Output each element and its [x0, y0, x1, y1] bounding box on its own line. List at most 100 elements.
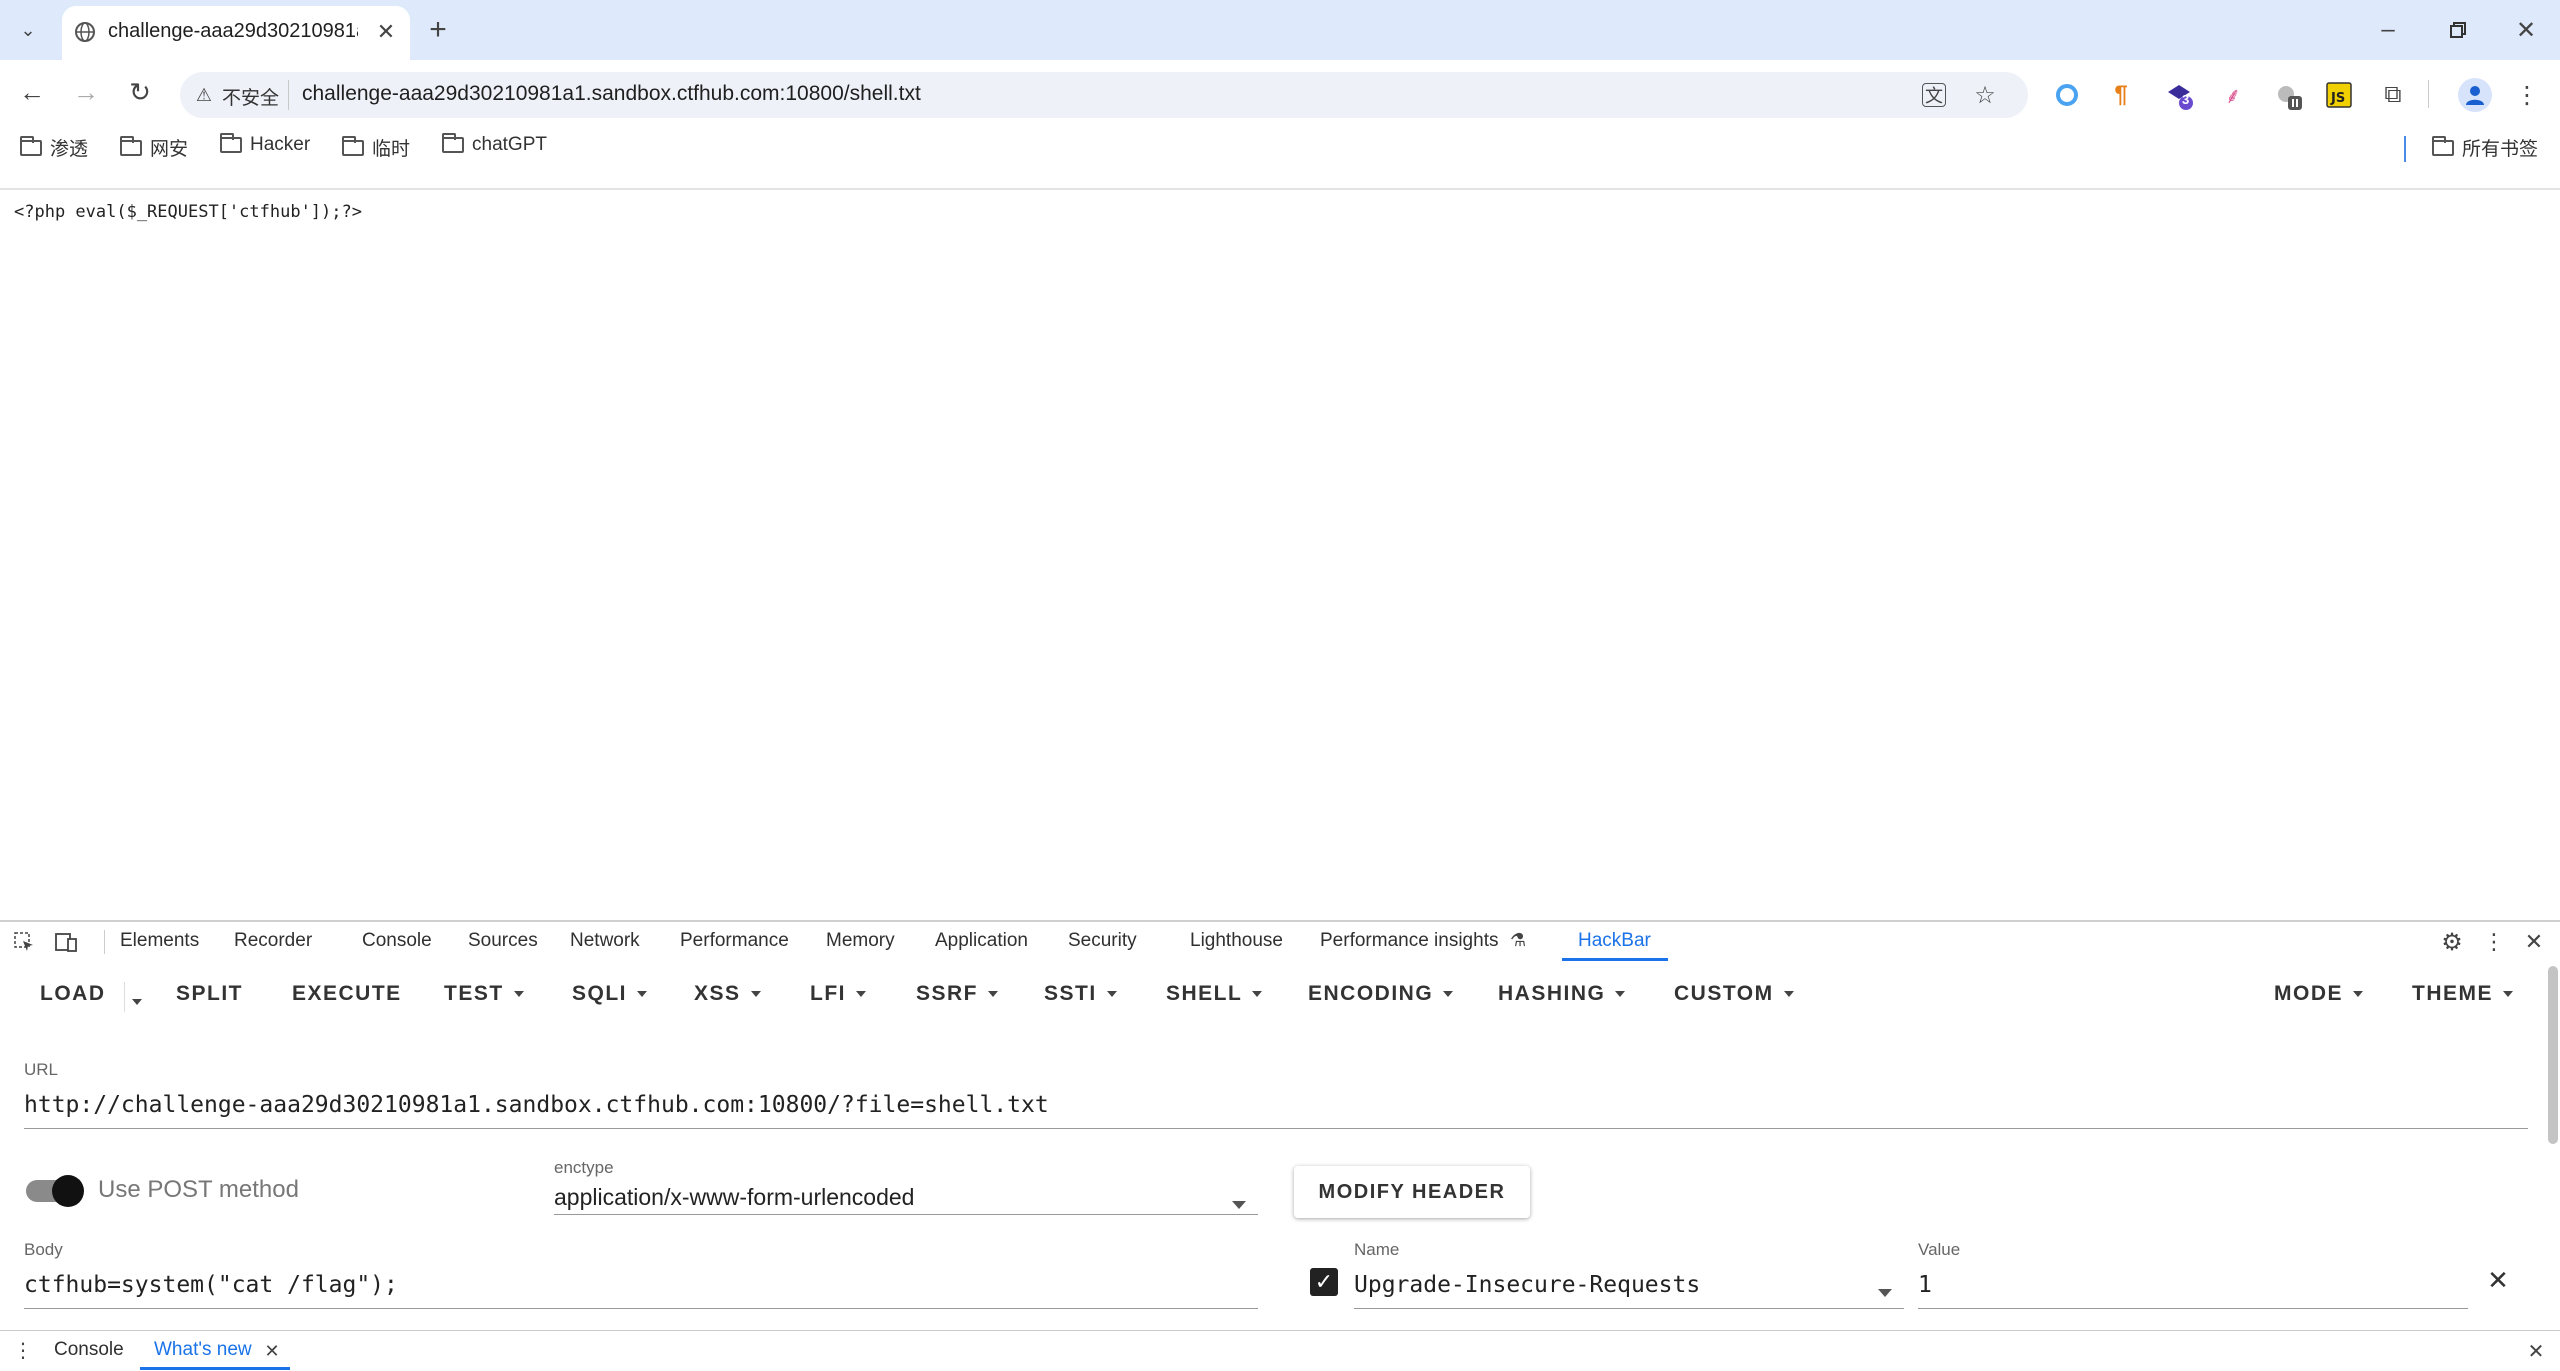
new-tab-icon[interactable]: +	[420, 12, 456, 48]
ssti-menu-button[interactable]: SSTI	[1044, 982, 1117, 1006]
ssrf-menu-button[interactable]: SSRF	[916, 982, 999, 1006]
inspect-element-icon[interactable]	[10, 928, 38, 956]
device-toolbar-icon[interactable]	[52, 928, 80, 956]
star-icon[interactable]: ☆	[1970, 80, 2000, 110]
remove-header-icon[interactable]: ✕	[2482, 1264, 2514, 1296]
split-button[interactable]: SPLIT	[176, 982, 243, 1006]
close-window-icon[interactable]: ✕	[2508, 12, 2544, 48]
close-devtools-icon[interactable]: ✕	[2520, 928, 2548, 956]
enctype-dropdown-icon[interactable]	[1232, 1196, 1246, 1214]
load-dropdown-caret-icon[interactable]	[132, 992, 142, 1010]
tab-application[interactable]: Application	[935, 930, 1028, 952]
chrome-menu-icon[interactable]: ⋮	[2512, 80, 2542, 110]
tab-security[interactable]: Security	[1068, 930, 1137, 952]
bookmark-folder-0[interactable]: 渗透	[20, 134, 88, 161]
header-name-input[interactable]: Upgrade-Insecure-Requests	[1354, 1272, 1700, 1298]
restore-icon[interactable]	[2440, 12, 2476, 48]
header-name-dropdown-icon[interactable]	[1878, 1284, 1892, 1302]
close-tab-icon[interactable]: ✕	[372, 18, 400, 46]
address-bar[interactable]: ⚠ 不安全 challenge-aaa29d30210981a1.sandbox…	[180, 72, 2028, 118]
paused-extension-icon[interactable]	[2272, 80, 2306, 114]
close-whats-new-icon[interactable]: ✕	[260, 1339, 284, 1363]
caret-down-icon	[2503, 991, 2513, 997]
sqli-menu-button[interactable]: SQLI	[572, 982, 648, 1006]
not-secure-label[interactable]: 不安全	[222, 83, 279, 110]
drawer-tab-console[interactable]: Console	[54, 1339, 124, 1361]
flask-icon: ⚗	[1510, 930, 1527, 950]
devtools-drawer-tabbar: ⋮ Console What's new ✕ ✕	[0, 1330, 2560, 1371]
url-underline	[24, 1128, 2528, 1129]
caret-down-icon	[2353, 991, 2363, 997]
tab-hackbar[interactable]: HackBar	[1578, 930, 1651, 952]
url-text[interactable]: challenge-aaa29d30210981a1.sandbox.ctfhu…	[302, 82, 921, 106]
js-extension-icon[interactable]: JS	[2324, 80, 2354, 110]
reload-icon[interactable]: ↻	[122, 74, 158, 110]
feather-extension-icon[interactable]: ⸙	[2218, 80, 2248, 110]
folder-icon	[442, 133, 464, 153]
divider	[2428, 80, 2429, 108]
forward-icon[interactable]: →	[68, 74, 104, 110]
caret-down-icon	[513, 991, 524, 997]
hackbar-url-input[interactable]: http://challenge-aaa29d30210981a1.sandbo…	[24, 1092, 1049, 1118]
tab-network[interactable]: Network	[570, 930, 640, 952]
divider	[104, 930, 105, 954]
tab-search-chevron-icon[interactable]: ⌄	[12, 14, 44, 46]
folder-icon	[120, 135, 142, 156]
drawer-menu-icon[interactable]: ⋮	[10, 1337, 36, 1363]
shell-menu-button[interactable]: SHELL	[1166, 982, 1263, 1006]
drawer-tab-whats-new[interactable]: What's new	[154, 1339, 252, 1361]
caret-down-icon	[750, 991, 761, 997]
test-menu-button[interactable]: TEST	[444, 982, 524, 1006]
browser-tab[interactable]: challenge-aaa29d30210981a ✕	[62, 6, 410, 60]
load-button[interactable]: LOAD	[40, 982, 106, 1006]
mode-menu-button[interactable]: MODE	[2274, 982, 2363, 1006]
divider	[288, 80, 289, 110]
hackbar-scrollbar[interactable]	[2548, 966, 2558, 1144]
settings-gear-icon[interactable]: ⚙	[2438, 928, 2466, 956]
caret-down-icon	[1783, 991, 1794, 997]
close-drawer-icon[interactable]: ✕	[2522, 1337, 2550, 1365]
tab-recorder[interactable]: Recorder	[234, 930, 312, 952]
body-input[interactable]: ctfhub=system("cat /flag");	[24, 1272, 398, 1298]
extension-circle-icon[interactable]	[2052, 80, 2082, 110]
bookmark-folder-1[interactable]: 网安	[120, 134, 188, 161]
header-enabled-checkbox[interactable]: ✓	[1310, 1268, 1338, 1296]
tab-performance-insights[interactable]: Performance insights	[1320, 930, 1498, 952]
use-post-toggle[interactable]	[26, 1175, 84, 1207]
xss-menu-button[interactable]: XSS	[694, 982, 761, 1006]
bookmark-folder-2[interactable]: Hacker	[220, 133, 310, 156]
back-icon[interactable]: ←	[14, 74, 50, 110]
tab-elements[interactable]: Elements	[120, 930, 199, 952]
divider	[124, 982, 125, 1012]
lfi-menu-button[interactable]: LFI	[810, 982, 866, 1006]
custom-menu-button[interactable]: CUSTOM	[1674, 982, 1794, 1006]
pilcrow-extension-icon[interactable]: ¶	[2106, 80, 2136, 110]
minimize-icon[interactable]: –	[2370, 12, 2406, 48]
tab-console[interactable]: Console	[362, 930, 432, 952]
bookmark-folder-3[interactable]: 临时	[342, 134, 410, 161]
caret-down-icon	[988, 991, 999, 997]
devtools-tabbar: Elements Recorder Console Sources Networ…	[0, 920, 2560, 963]
tab-sources[interactable]: Sources	[468, 930, 538, 952]
bookmark-folder-4[interactable]: chatGPT	[442, 133, 547, 156]
tab-memory[interactable]: Memory	[826, 930, 895, 952]
extension-badge-icon[interactable]: 3	[2162, 78, 2196, 112]
caret-down-icon	[1615, 991, 1626, 997]
execute-button[interactable]: EXECUTE	[292, 982, 402, 1006]
theme-menu-button[interactable]: THEME	[2412, 982, 2513, 1006]
warning-icon[interactable]: ⚠	[192, 83, 216, 107]
url-label: URL	[24, 1060, 59, 1079]
all-bookmarks[interactable]: 所有书签	[2432, 134, 2538, 161]
enctype-select[interactable]: application/x-www-form-urlencoded	[554, 1184, 914, 1211]
profile-avatar-icon[interactable]	[2458, 78, 2492, 112]
encoding-menu-button[interactable]: ENCODING	[1308, 982, 1454, 1006]
translate-icon[interactable]: 文	[1922, 83, 1946, 107]
devtools-menu-icon[interactable]: ⋮	[2480, 928, 2508, 956]
tab-performance[interactable]: Performance	[680, 930, 789, 952]
puzzle-extensions-icon[interactable]: ⧉	[2378, 80, 2408, 110]
hashing-menu-button[interactable]: HASHING	[1498, 982, 1626, 1006]
tab-lighthouse[interactable]: Lighthouse	[1190, 930, 1283, 952]
header-value-input[interactable]: 1	[1918, 1272, 1932, 1298]
modify-header-button[interactable]: MODIFY HEADER	[1294, 1166, 1530, 1218]
header-name-underline	[1354, 1308, 1904, 1309]
